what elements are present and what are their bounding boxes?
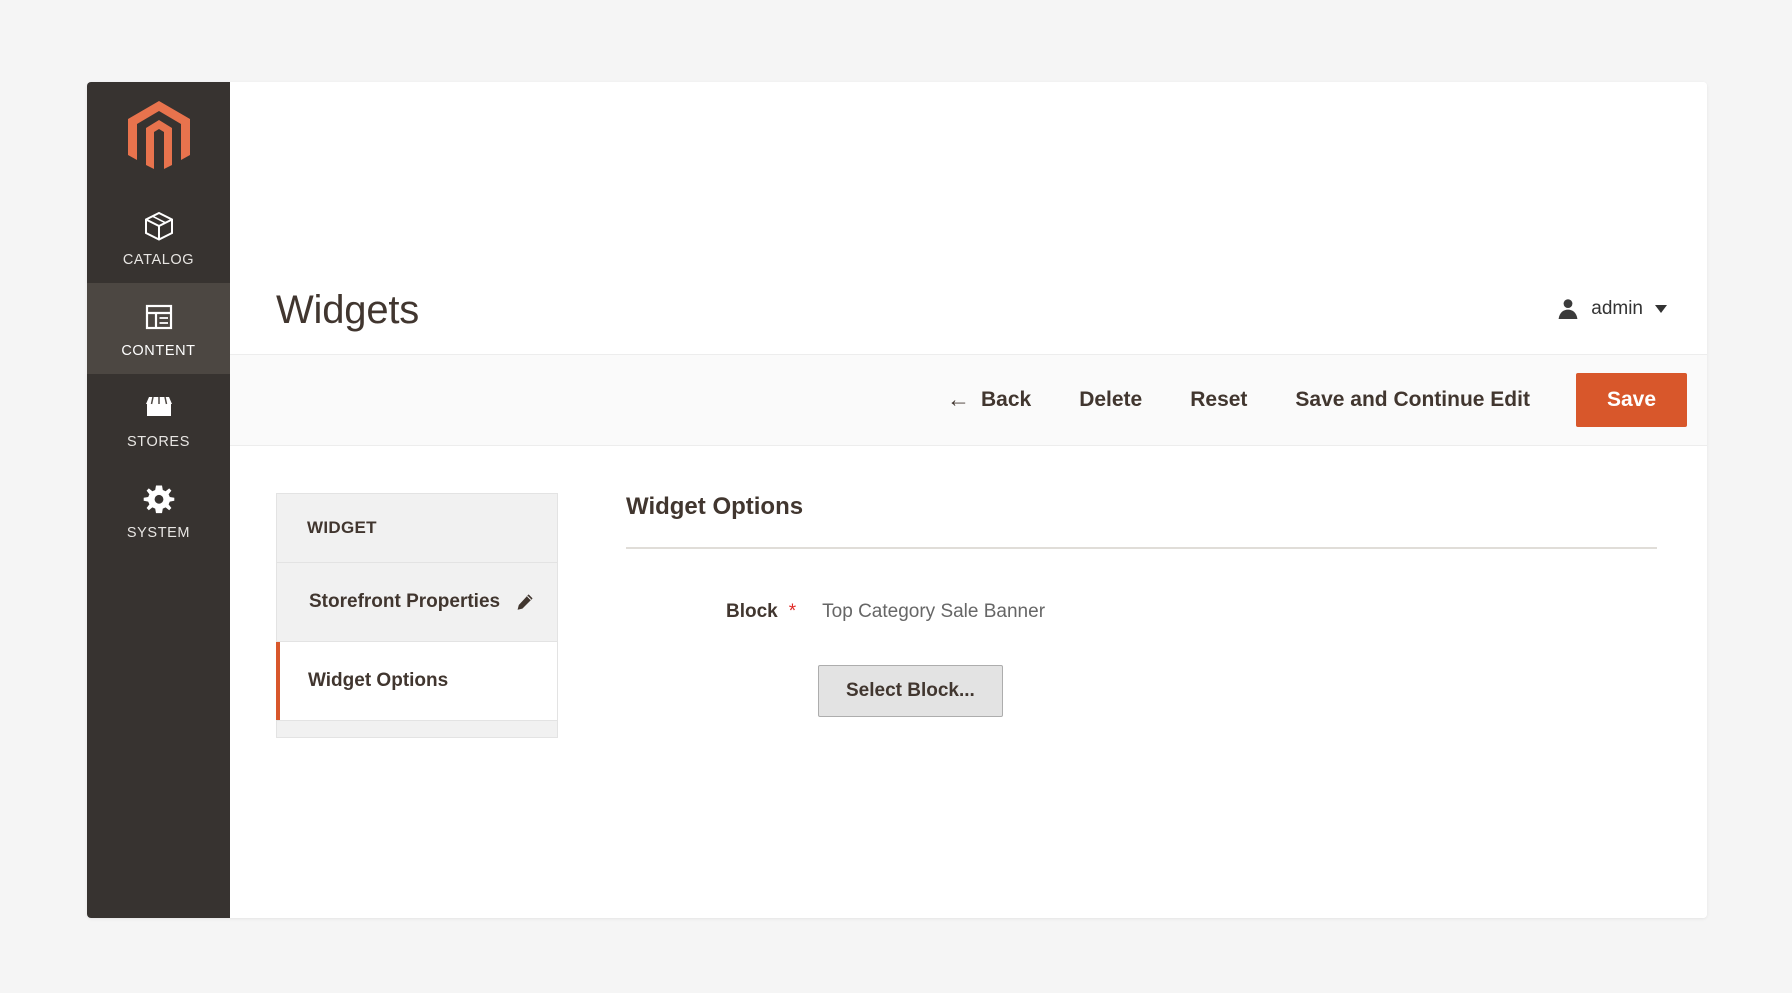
save-and-continue-edit-label: Save and Continue Edit [1295, 388, 1530, 411]
tab-label: Storefront Properties [309, 591, 501, 612]
section-divider [626, 547, 1657, 549]
layout-icon [145, 304, 172, 330]
sidebar-item-stores[interactable]: STORES [87, 374, 230, 465]
back-button[interactable]: ← Back [923, 378, 1055, 422]
reset-button[interactable]: Reset [1166, 378, 1271, 422]
gear-icon [143, 485, 174, 514]
widget-options-panel: Widget Options Block * Top Category Sale… [558, 493, 1707, 918]
sidebar-item-label: CATALOG [122, 252, 195, 268]
delete-button-label: Delete [1079, 388, 1143, 411]
page-title: Widgets [276, 288, 420, 332]
user-icon [1558, 299, 1578, 319]
sidebar-item-label: CONTENT [121, 343, 196, 359]
block-field-label: Block [726, 601, 778, 622]
chevron-down-icon [1655, 305, 1667, 313]
magento-logo-icon [127, 101, 190, 169]
admin-user-menu[interactable]: admin [1556, 297, 1667, 330]
sidebar-item-system[interactable]: SYSTEM [87, 465, 230, 556]
tab-storefront-properties[interactable]: Storefront Properties [276, 562, 558, 641]
select-block-button[interactable]: Select Block... [818, 665, 1003, 717]
back-arrow-icon: ← [946, 385, 970, 412]
storefront-icon [145, 396, 172, 416]
main-content: Widgets admin ← Back Delete Reset Save a… [230, 82, 1707, 918]
save-and-continue-edit-button[interactable]: Save and Continue Edit [1271, 378, 1554, 422]
admin-user-name: admin [1591, 298, 1643, 319]
save-button[interactable]: Save [1575, 373, 1687, 427]
field-row-block: Block * Top Category Sale Banner [626, 601, 1657, 623]
sidebar-item-content[interactable]: CONTENT [87, 283, 230, 374]
tabs-footer-strip [276, 720, 558, 738]
widget-options-heading: Widget Options [626, 493, 804, 520]
select-block-row: Select Block... [626, 665, 1657, 717]
magento-logo[interactable] [87, 82, 230, 192]
sidebar-item-label: SYSTEM [126, 525, 191, 541]
widget-tabs-panel: WIDGET Storefront Properties Widget Opti… [230, 493, 558, 918]
delete-button[interactable]: Delete [1055, 378, 1166, 422]
box-icon [144, 211, 173, 241]
tab-group-title: WIDGET [276, 493, 558, 562]
reset-button-label: Reset [1190, 388, 1248, 411]
pencil-icon [517, 594, 533, 610]
block-field-value: Top Category Sale Banner [822, 601, 1046, 622]
sidebar-item-label: STORES [127, 434, 190, 450]
tab-label: Widget Options [308, 670, 449, 691]
page-header: Widgets admin [230, 82, 1707, 330]
admin-sidebar: CATALOG CONTENT STORES SYSTEM [87, 82, 230, 918]
admin-app-card: CATALOG CONTENT STORES SYSTEM Widgets ad… [87, 82, 1707, 918]
required-marker: * [788, 601, 797, 622]
back-button-label: Back [980, 388, 1032, 411]
tab-widget-options[interactable]: Widget Options [276, 641, 558, 720]
sidebar-item-catalog[interactable]: CATALOG [87, 192, 230, 283]
content-body: WIDGET Storefront Properties Widget Opti… [230, 446, 1707, 918]
page-actions-toolbar: ← Back Delete Reset Save and Continue Ed… [230, 354, 1707, 446]
